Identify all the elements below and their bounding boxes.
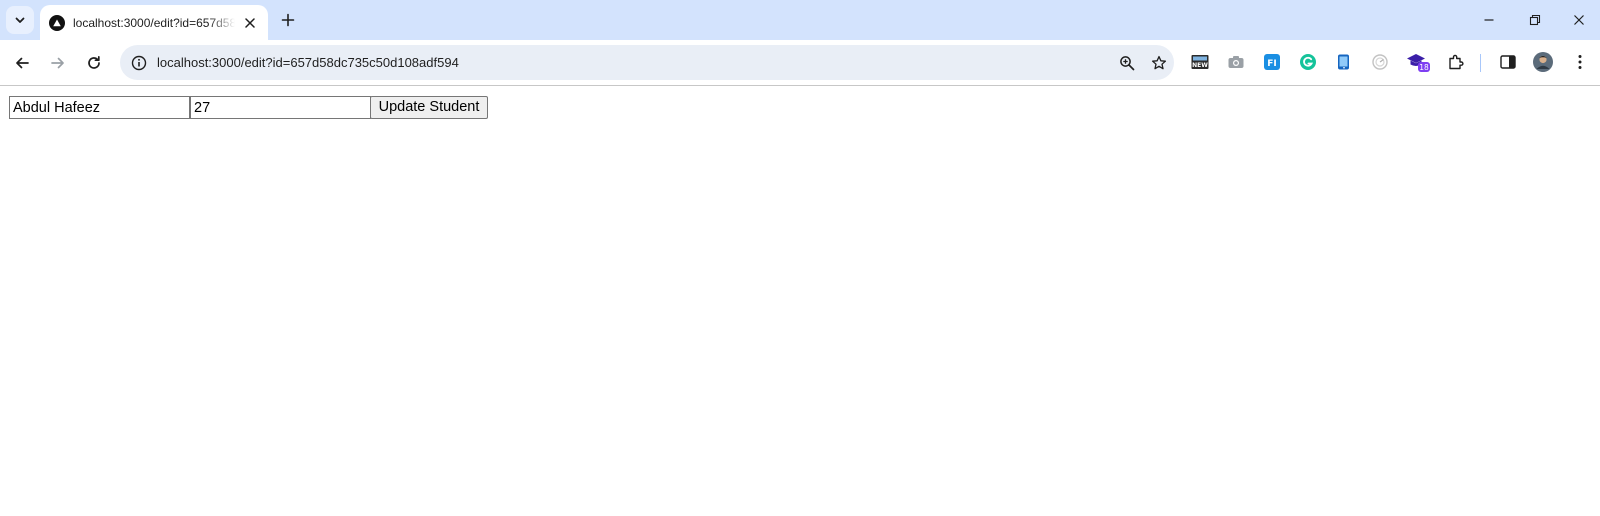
update-student-button[interactable]: Update Student [370,96,488,119]
browser-toolbar: localhost:3000/edit?id=657d58dc735c50d10… [0,40,1600,86]
plus-icon [281,13,295,27]
more-vertical-icon [1578,55,1582,69]
toolbar-divider [1480,54,1481,72]
minimize-icon [1484,19,1494,21]
puzzle-extensions-icon[interactable] [1446,52,1466,72]
camera-extension-icon[interactable] [1226,52,1246,72]
forward-button[interactable] [44,49,72,77]
side-panel-button[interactable] [1498,52,1518,72]
star-icon [1151,55,1166,69]
zoom-button[interactable] [1116,52,1137,73]
new-tab-button[interactable] [276,8,300,32]
side-panel-icon [1500,55,1516,69]
svg-text:NEW: NEW [1192,62,1208,69]
tab-strip: localhost:3000/edit?id=657d58dc735c50d10… [0,0,1600,40]
url-text[interactable]: localhost:3000/edit?id=657d58dc735c50d10… [157,54,459,71]
tab-close-button[interactable] [241,14,259,32]
nextjs-favicon-icon [49,15,65,31]
profile-avatar[interactable] [1532,51,1554,73]
reload-button[interactable] [80,49,108,77]
fi-extension-icon[interactable]: FI [1262,52,1282,72]
svg-text:18: 18 [1419,63,1429,72]
arrow-left-icon [16,57,29,69]
address-bar[interactable]: localhost:3000/edit?id=657d58dc735c50d10… [120,45,1174,80]
info-circle-icon [131,55,146,70]
minimize-button[interactable] [1466,0,1512,40]
back-button[interactable] [8,49,36,77]
avatar-icon [1533,52,1553,72]
close-icon [245,18,255,28]
chevron-down-icon [15,17,25,23]
bookmark-button[interactable] [1148,52,1169,73]
news-extension-icon[interactable]: NEW [1190,52,1210,72]
tab-search-button[interactable] [6,6,34,34]
student-age-input[interactable] [190,96,371,119]
window-close-button[interactable] [1558,0,1600,40]
phone-extension-icon[interactable] [1334,52,1354,72]
tab-title: localhost:3000/edit?id=657d58dc735c50d10… [73,16,235,30]
page-content: Update Student [0,87,1600,516]
student-name-input[interactable] [9,96,190,119]
reload-icon [88,55,100,69]
grad-cap-extension-icon[interactable]: 18 [1406,52,1430,72]
timer-extension-icon[interactable] [1370,52,1390,72]
restore-button[interactable] [1512,0,1558,40]
grammarly-extension-icon[interactable] [1298,52,1318,72]
arrow-right-icon [51,57,64,69]
zoom-in-icon [1119,55,1134,70]
restore-icon [1529,14,1541,26]
browser-tab-active[interactable]: localhost:3000/edit?id=657d58dc735c50d10… [40,5,268,40]
svg-text:FI: FI [1267,59,1277,69]
site-info-button[interactable] [128,52,149,73]
browser-menu-button[interactable] [1570,52,1590,72]
close-icon [1574,15,1584,25]
